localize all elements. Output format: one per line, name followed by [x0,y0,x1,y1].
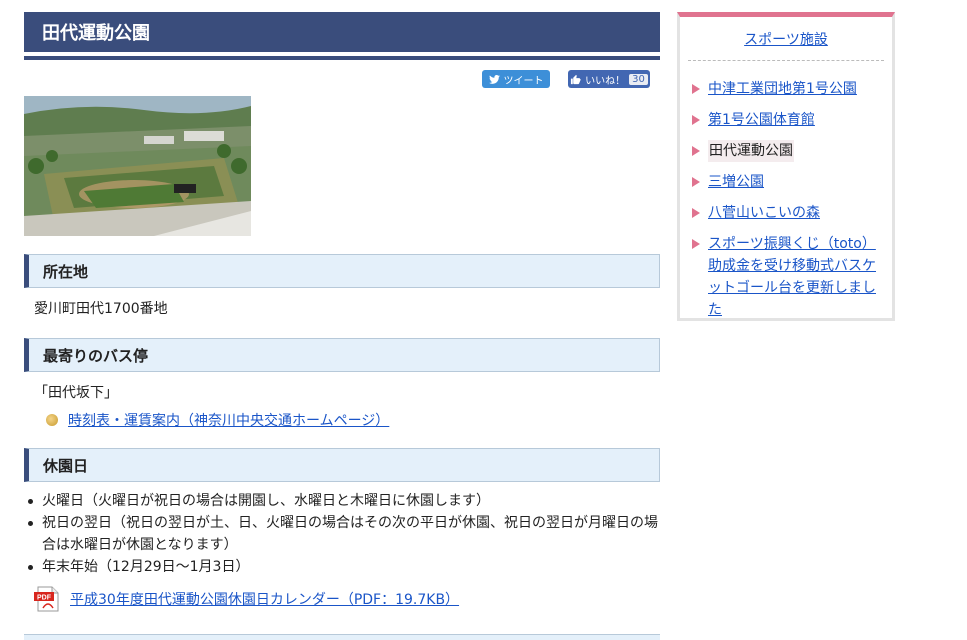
sidebar-item: 中津工業団地第1号公園 [692,78,882,100]
sidebar-item-current: 田代運動公園 [692,140,882,162]
sidebar-item-link[interactable]: 第1号公園体育館 [708,109,815,131]
page-title: 田代運動公園 [24,12,660,56]
sidebar-item: スポーツ振興くじ（toto）助成金を受け移動式バスケットゴール台を更新しました [692,233,882,321]
triangle-bullet-icon [692,239,700,249]
sidebar-title-link[interactable]: スポーツ施設 [744,32,828,48]
calendar-pdf-link[interactable]: 平成30年度田代運動公園休園日カレンダー（PDF：19.7KB） [70,589,459,609]
triangle-bullet-icon [692,84,700,94]
sidebar-item: 三増公園 [692,171,882,193]
sidebar-item-link[interactable]: スポーツ振興くじ（toto）助成金を受け移動式バスケットゴール台を更新しました [708,233,882,321]
sidebar-list: 中津工業団地第1号公園 第1号公園体育館 田代運動公園 三増公園 八菅山いこいの… [680,61,892,321]
timetable-link[interactable]: 時刻表・運賃案内（神奈川中央交通ホームページ） [68,410,389,430]
next-section-edge [24,634,660,640]
location-text: 愛川町田代1700番地 [34,301,168,317]
triangle-bullet-icon [692,146,700,156]
sidebar-item: 八菅山いこいの森 [692,202,882,224]
list-item: 年末年始（12月29日～1月3日） [24,556,660,578]
triangle-bullet-icon [692,177,700,187]
like-label: いいね！ [585,75,626,87]
sidebar: スポーツ施設 中津工業団地第1号公園 第1号公園体育館 田代運動公園 三増公園 … [677,12,895,321]
like-count: 30 [629,73,648,85]
bus-stop-heading: 最寄りのバス停 [24,338,660,372]
social-buttons: ツイート いいね！ 30 [24,70,660,88]
tweet-label: ツイート [503,75,544,87]
location-heading: 所在地 [24,254,660,288]
list-item: 火曜日（火曜日が祝日の場合は開園し、水曜日と木曜日に休園します） [24,490,660,512]
closed-days-heading: 休園日 [24,448,660,482]
closed-days-list: 火曜日（火曜日が祝日の場合は開園し、水曜日と木曜日に休園します） 祝日の翌日（祝… [24,482,660,578]
sidebar-item-link[interactable]: 三増公園 [708,171,764,193]
like-button[interactable]: いいね！ 30 [568,70,650,88]
sidebar-title: スポーツ施設 [688,17,884,61]
sidebar-item: 第1号公園体育館 [692,109,882,131]
link-bullet-icon [46,414,58,426]
pdf-file-icon: PDF [34,586,62,612]
sidebar-current-item: 田代運動公園 [708,140,794,162]
park-photo [24,96,251,236]
sidebar-item-link[interactable]: 八菅山いこいの森 [708,202,820,224]
list-item: 祝日の翌日（祝日の翌日が土、日、火曜日の場合はその次の平日が休園、祝日の翌日が月… [24,512,660,556]
timetable-link-row: 時刻表・運賃案内（神奈川中央交通ホームページ） [24,410,660,430]
triangle-bullet-icon [692,208,700,218]
pdf-link-row: PDF 平成30年度田代運動公園休園日カレンダー（PDF：19.7KB） [24,586,660,612]
triangle-bullet-icon [692,115,700,125]
tweet-button[interactable]: ツイート [482,70,550,88]
twitter-bird-icon [488,74,500,84]
thumbs-up-icon [571,74,581,84]
park-aerial-image [24,96,251,236]
main-content: 田代運動公園 ツイート いいね！ 30 所在地 愛川町田代1700番地 最寄りの… [24,12,660,612]
bus-stop-name: 「田代坂下」 [34,385,118,401]
sidebar-item-link[interactable]: 中津工業団地第1号公園 [708,78,857,100]
pdf-icon-text: PDF [37,595,52,602]
